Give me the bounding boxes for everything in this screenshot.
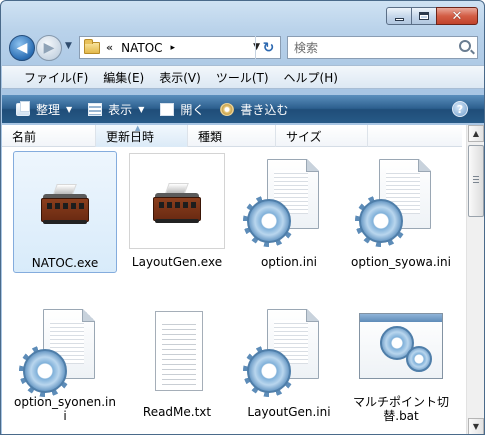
open-button[interactable]: 開く bbox=[160, 101, 204, 118]
chevron-down-icon: ▼ bbox=[66, 104, 73, 114]
file-name: マルチポイント切替.bat bbox=[352, 395, 449, 423]
file-thumbnail bbox=[17, 154, 113, 250]
file-name: option_syowa.ini bbox=[351, 255, 451, 269]
disc-icon bbox=[220, 102, 235, 116]
maximize-button[interactable] bbox=[411, 7, 437, 25]
ini-settings-icon bbox=[241, 303, 337, 399]
file-name: LayoutGen.ini bbox=[247, 405, 331, 419]
menu-file[interactable]: ファイル(F) bbox=[24, 69, 88, 86]
file-item[interactable]: NATOC.exe bbox=[13, 151, 117, 273]
ini-settings-icon bbox=[353, 153, 449, 249]
maximize-icon bbox=[419, 12, 429, 20]
train-exe-icon bbox=[153, 183, 201, 223]
scroll-up-button[interactable]: ▲ bbox=[468, 125, 484, 142]
column-headers: 名前 更新日時 種類 サイズ ▲ bbox=[2, 124, 462, 147]
views-label: 表示 bbox=[108, 102, 133, 117]
address-overflow-chevron[interactable]: « bbox=[106, 41, 113, 54]
close-button[interactable]: ✕ bbox=[436, 7, 478, 25]
address-bar[interactable]: « NATOC ▸ ▼ bbox=[79, 36, 281, 59]
file-list-pane: 名前 更新日時 種類 サイズ ▲ NATOC.exe LayoutGen.exe… bbox=[2, 124, 484, 434]
burn-button[interactable]: 書き込む bbox=[220, 101, 288, 118]
open-icon bbox=[160, 102, 175, 116]
sort-indicator-icon: ▲ bbox=[135, 124, 141, 132]
forward-arrow-icon: ▶ bbox=[43, 40, 55, 56]
ini-settings-icon bbox=[17, 303, 113, 399]
search-input[interactable]: 検索 bbox=[287, 36, 478, 59]
file-thumbnail bbox=[129, 153, 225, 249]
menu-help[interactable]: ヘルプ(H) bbox=[284, 69, 338, 86]
folder-icon bbox=[84, 38, 100, 54]
close-icon: ✕ bbox=[451, 8, 463, 24]
address-folder-name[interactable]: NATOC bbox=[121, 41, 162, 55]
open-label: 開く bbox=[180, 102, 205, 117]
organize-icon bbox=[16, 100, 30, 116]
file-name: option_syonen.ini bbox=[14, 395, 116, 423]
batch-file-icon bbox=[359, 313, 443, 379]
train-exe-icon bbox=[41, 184, 89, 224]
column-type[interactable]: 種類 bbox=[188, 125, 276, 147]
file-item[interactable]: LayoutGen.exe bbox=[125, 151, 229, 273]
minimize-button[interactable] bbox=[386, 7, 412, 25]
menu-bar: ファイル(F) 編集(E) 表示(V) ツール(T) ヘルプ(H) bbox=[2, 65, 484, 89]
ini-settings-icon bbox=[241, 153, 337, 249]
back-arrow-icon: ◀ bbox=[16, 40, 28, 56]
forward-button[interactable]: ▶ bbox=[36, 35, 62, 61]
caption-buttons: ✕ bbox=[386, 7, 478, 25]
column-name[interactable]: 名前 bbox=[2, 125, 96, 147]
file-name: NATOC.exe bbox=[31, 256, 99, 270]
recent-pages-dropdown[interactable]: ▼ bbox=[65, 41, 77, 53]
file-thumbnail bbox=[353, 303, 449, 389]
menu-edit[interactable]: 編集(E) bbox=[103, 69, 144, 86]
file-item[interactable]: option_syowa.ini bbox=[349, 151, 453, 273]
column-size[interactable]: サイズ bbox=[276, 125, 368, 147]
back-button[interactable]: ◀ bbox=[9, 35, 35, 61]
scroll-down-button[interactable]: ▼ bbox=[468, 418, 484, 434]
search-icon[interactable] bbox=[459, 40, 471, 52]
explorer-window: ✕ ◀ ▶ ▼ « NATOC ▸ ▼ ↻ 検索 ファイル(F) 編集(E) 表… bbox=[0, 0, 485, 435]
views-button[interactable]: 表示 ▼ bbox=[88, 101, 144, 118]
file-item[interactable]: ReadMe.txt bbox=[125, 301, 229, 423]
address-subfolder-arrow[interactable]: ▸ bbox=[171, 43, 176, 53]
navigation-bar: ◀ ▶ ▼ « NATOC ▸ ▼ ↻ 検索 bbox=[9, 35, 478, 61]
organize-label: 整理 bbox=[36, 102, 61, 117]
grip-icon bbox=[473, 176, 479, 183]
refresh-button[interactable]: ↻ bbox=[255, 36, 281, 59]
file-name: ReadMe.txt bbox=[142, 405, 212, 419]
file-name: LayoutGen.exe bbox=[131, 255, 223, 269]
file-item[interactable]: option_syonen.ini bbox=[13, 301, 117, 423]
command-bar: 整理 ▼ 表示 ▼ 開く 書き込む ? bbox=[2, 95, 484, 123]
refresh-icon: ↻ bbox=[262, 39, 275, 56]
organize-button[interactable]: 整理 ▼ bbox=[16, 100, 73, 118]
views-icon bbox=[88, 102, 103, 116]
file-thumbnail bbox=[17, 303, 113, 397]
file-thumbnail bbox=[241, 303, 337, 399]
column-date-modified[interactable]: 更新日時 bbox=[96, 125, 188, 147]
file-thumbnail bbox=[353, 153, 449, 249]
text-file-icon bbox=[155, 311, 203, 391]
minimize-icon bbox=[394, 17, 404, 21]
file-item[interactable]: option.ini bbox=[237, 151, 341, 273]
menu-tools[interactable]: ツール(T) bbox=[216, 69, 269, 86]
menu-view[interactable]: 表示(V) bbox=[159, 69, 201, 86]
search-placeholder: 検索 bbox=[294, 41, 319, 55]
vertical-scrollbar[interactable]: ▲ ▼ bbox=[466, 125, 484, 434]
file-item[interactable]: マルチポイント切替.bat bbox=[349, 301, 453, 423]
burn-label: 書き込む bbox=[240, 102, 289, 117]
scroll-thumb[interactable] bbox=[468, 145, 484, 217]
help-icon: ? bbox=[456, 102, 464, 116]
file-thumbnail bbox=[129, 303, 225, 399]
file-thumbnail bbox=[241, 153, 337, 249]
file-name: option.ini bbox=[260, 255, 318, 269]
file-item[interactable]: LayoutGen.ini bbox=[237, 301, 341, 423]
help-button[interactable]: ? bbox=[452, 101, 468, 117]
chevron-down-icon: ▼ bbox=[138, 104, 145, 114]
